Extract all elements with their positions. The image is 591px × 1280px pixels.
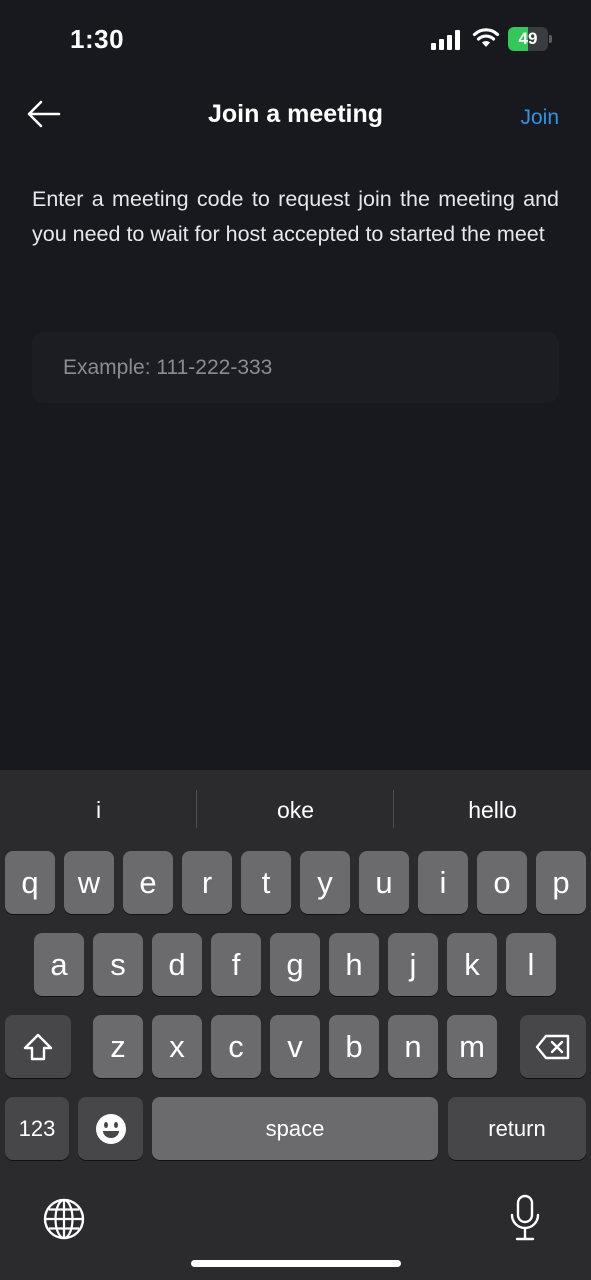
shift-key[interactable] <box>5 1015 71 1078</box>
suggestion-1[interactable]: i <box>0 790 197 830</box>
status-bar: 1:30 49 <box>0 0 591 80</box>
key-d[interactable]: d <box>152 933 202 996</box>
battery-indicator: 49 <box>508 27 552 51</box>
battery-body: 49 <box>508 27 548 51</box>
globe-icon[interactable] <box>42 1197 86 1241</box>
key-x[interactable]: x <box>152 1015 202 1078</box>
on-screen-keyboard: i oke hello q w e r t y u i o p a s d f … <box>0 770 591 1280</box>
key-q[interactable]: q <box>5 851 55 914</box>
key-m[interactable]: m <box>447 1015 497 1078</box>
key-n[interactable]: n <box>388 1015 438 1078</box>
home-indicator <box>191 1260 401 1267</box>
space-key[interactable]: space <box>152 1097 438 1160</box>
meeting-code-input[interactable] <box>32 332 559 403</box>
wifi-icon <box>472 28 500 47</box>
key-w[interactable]: w <box>64 851 114 914</box>
key-g[interactable]: g <box>270 933 320 996</box>
key-b[interactable]: b <box>329 1015 379 1078</box>
key-c[interactable]: c <box>211 1015 261 1078</box>
join-button[interactable]: Join <box>520 106 559 130</box>
backspace-icon <box>535 1034 570 1059</box>
page-title: Join a meeting <box>207 100 384 128</box>
key-i[interactable]: i <box>418 851 468 914</box>
key-k[interactable]: k <box>447 933 497 996</box>
key-h[interactable]: h <box>329 933 379 996</box>
cellular-signal-icon <box>431 30 460 50</box>
key-f[interactable]: f <box>211 933 261 996</box>
suggestion-2[interactable]: oke <box>197 790 394 830</box>
key-j[interactable]: j <box>388 933 438 996</box>
status-time: 1:30 <box>70 24 125 54</box>
key-u[interactable]: u <box>359 851 409 914</box>
key-z[interactable]: z <box>93 1015 143 1078</box>
emoji-key[interactable] <box>78 1097 143 1160</box>
key-v[interactable]: v <box>270 1015 320 1078</box>
key-e[interactable]: e <box>123 851 173 914</box>
key-p[interactable]: p <box>536 851 586 914</box>
key-r[interactable]: r <box>182 851 232 914</box>
key-o[interactable]: o <box>477 851 527 914</box>
shift-icon <box>23 1033 53 1060</box>
numbers-key[interactable]: 123 <box>5 1097 69 1160</box>
key-y[interactable]: y <box>300 851 350 914</box>
key-s[interactable]: s <box>93 933 143 996</box>
delete-key[interactable] <box>520 1015 586 1078</box>
battery-percent: 49 <box>518 29 538 48</box>
instructions-text: Enter a meeting code to request join the… <box>32 187 559 246</box>
microphone-icon[interactable] <box>508 1194 542 1242</box>
suggestion-3[interactable]: hello <box>394 790 591 830</box>
key-t[interactable]: t <box>241 851 291 914</box>
return-key[interactable]: return <box>448 1097 586 1160</box>
emoji-icon <box>95 1113 126 1144</box>
key-a[interactable]: a <box>34 933 84 996</box>
key-l[interactable]: l <box>506 933 556 996</box>
battery-cap <box>549 35 552 43</box>
